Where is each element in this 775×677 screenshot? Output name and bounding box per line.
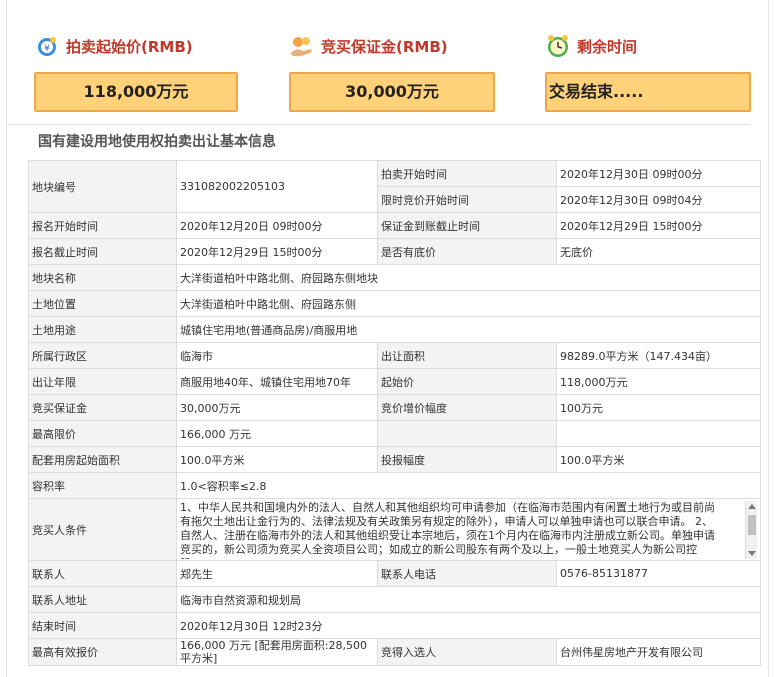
table-row: 竞买人条件 1、中华人民共和国境内外的法人、自然人和其他组织均可申请参加（在临海… xyxy=(28,498,761,561)
remaining-time-stat: 剩余时间 交易结束..... xyxy=(545,30,751,112)
parcel-name-value: 大洋街道柏叶中路北侧、府园路东侧地块 xyxy=(176,264,761,291)
start-price-stat: ¥ 拍卖起始价(RMB) 118,000万元 xyxy=(34,30,238,112)
housing-start-value: 100.0平方米 xyxy=(176,446,378,473)
auction-start-key: 拍卖开始时间 xyxy=(377,160,557,187)
conditions-textarea[interactable]: 1、中华人民共和国境内外的法人、自然人和其他组织均可申请参加（在临海市范围内有闲… xyxy=(180,500,757,559)
svg-text:¥: ¥ xyxy=(44,44,50,54)
money-bag-icon: ¥ xyxy=(38,37,56,56)
reg-start-value: 2020年12月20日 09时00分 xyxy=(176,212,378,239)
bid-step-key: 投报幅度 xyxy=(377,446,557,473)
deposit-deadline-key: 保证金到账截止时间 xyxy=(377,212,557,239)
parcel-no-key: 地块编号 xyxy=(28,160,177,213)
table-row: 最高有效报价 166,000 万元 [配套用房面积:28,500平方米] 竞得入… xyxy=(28,638,761,666)
term-key: 出让年限 xyxy=(28,368,177,395)
bid-step-value: 100.0平方米 xyxy=(556,446,761,473)
start-price-value: 118,000万元 xyxy=(34,72,238,112)
table-row: 出让年限 商服用地40年、城镇住宅用地70年 起始价 118,000万元 xyxy=(28,368,761,395)
timed-start-value: 2020年12月30日 09时04分 xyxy=(556,186,761,213)
table-row: 地块名称 大洋街道柏叶中路北侧、府园路东侧地块 xyxy=(28,264,761,291)
deposit-deadline-value: 2020年12月29日 15时00分 xyxy=(556,212,761,239)
table-row: 土地用途 城镇住宅用地(普通商品房)/商服用地 xyxy=(28,316,761,343)
table-row: 报名截止时间 2020年12月29日 15时00分 是否有底价 无底价 xyxy=(28,238,761,265)
table-row: 土地位置 大洋街道柏叶中路北侧、府园路东侧 xyxy=(28,290,761,317)
hand-coins-icon xyxy=(291,37,312,57)
empty-cell xyxy=(556,420,761,447)
area-value: 98289.0平方米（147.434亩） xyxy=(556,342,761,369)
conditions-cell: 1、中华人民共和国境内外的法人、自然人和其他组织均可申请参加（在临海市范围内有闲… xyxy=(176,498,761,561)
table-row: 结束时间 2020年12月30日 12时23分 xyxy=(28,612,761,639)
start-price-label: 拍卖起始价(RMB) xyxy=(66,37,193,56)
empty-cell xyxy=(377,420,557,447)
address-key: 联系人地址 xyxy=(28,586,177,613)
scroll-up-icon[interactable] xyxy=(748,503,756,509)
deposit-key: 竞买保证金 xyxy=(28,394,177,421)
contact-value: 郑先生 xyxy=(176,560,378,587)
best-offer-value: 166,000 万元 [配套用房面积:28,500平方米] xyxy=(176,638,378,666)
district-key: 所属行政区 xyxy=(28,342,177,369)
far-value: 1.0<容积率≤2.8 xyxy=(176,472,761,499)
max-price-key: 最高限价 xyxy=(28,420,177,447)
section-title: 国有建设用地使用权拍卖出让基本信息 xyxy=(6,124,750,156)
remaining-time-value: 交易结束..... xyxy=(545,72,751,112)
increment-value: 100万元 xyxy=(556,394,761,421)
usage-value: 城镇住宅用地(普通商品房)/商服用地 xyxy=(176,316,761,343)
remaining-time-label: 剩余时间 xyxy=(577,37,638,56)
phone-value: 0576-85131877 xyxy=(556,560,761,587)
deposit-stat: 竞买保证金(RMB) 30,000万元 xyxy=(289,30,495,112)
winner-value: 台州伟星房地产开发有限公司 xyxy=(556,638,761,666)
reg-end-key: 报名截止时间 xyxy=(28,238,177,265)
location-key: 土地位置 xyxy=(28,290,177,317)
parcel-name-key: 地块名称 xyxy=(28,264,177,291)
alarm-clock-icon xyxy=(548,35,568,57)
end-time-value: 2020年12月30日 12时23分 xyxy=(176,612,761,639)
table-row: 联系人 郑先生 联系人电话 0576-85131877 xyxy=(28,560,761,587)
auction-info-table: 地块编号 331082002205103 拍卖开始时间 2020年12月30日 … xyxy=(28,160,761,666)
area-key: 出让面积 xyxy=(377,342,557,369)
max-price-value: 166,000 万元 xyxy=(176,420,378,447)
location-value: 大洋街道柏叶中路北侧、府园路东侧 xyxy=(176,290,761,317)
table-row: 最高限价 166,000 万元 xyxy=(28,420,761,447)
usage-key: 土地用途 xyxy=(28,316,177,343)
reg-end-value: 2020年12月29日 15时00分 xyxy=(176,238,378,265)
deposit-label: 竞买保证金(RMB) xyxy=(321,37,448,56)
district-value: 临海市 xyxy=(176,342,378,369)
start-price-row-value: 118,000万元 xyxy=(556,368,761,395)
table-row: 报名开始时间 2020年12月20日 09时00分 保证金到账截止时间 2020… xyxy=(28,212,761,239)
table-row: 地块编号 331082002205103 拍卖开始时间 2020年12月30日 … xyxy=(28,160,761,213)
conditions-text: 1、中华人民共和国境内外的法人、自然人和其他组织均可申请参加（在临海市范围内有闲… xyxy=(180,500,715,559)
end-time-key: 结束时间 xyxy=(28,612,177,639)
housing-start-key: 配套用房起始面积 xyxy=(28,446,177,473)
reserve-value: 无底价 xyxy=(556,238,761,265)
table-row: 配套用房起始面积 100.0平方米 投报幅度 100.0平方米 xyxy=(28,446,761,473)
table-row: 容积率 1.0<容积率≤2.8 xyxy=(28,472,761,499)
address-value: 临海市自然资源和规划局 xyxy=(176,586,761,613)
far-key: 容积率 xyxy=(28,472,177,499)
conditions-key: 竞买人条件 xyxy=(28,498,177,561)
scroll-down-icon[interactable] xyxy=(748,550,756,556)
winner-key: 竞得入选人 xyxy=(377,638,557,666)
increment-key: 竞价增价幅度 xyxy=(377,394,557,421)
auction-start-value: 2020年12月30日 09时00分 xyxy=(556,160,761,187)
table-row: 联系人地址 临海市自然资源和规划局 xyxy=(28,586,761,613)
table-row: 竞买保证金 30,000万元 竞价增价幅度 100万元 xyxy=(28,394,761,421)
deposit-row-value: 30,000万元 xyxy=(176,394,378,421)
phone-key: 联系人电话 xyxy=(377,560,557,587)
parcel-no-value: 331082002205103 xyxy=(176,160,378,213)
deposit-value: 30,000万元 xyxy=(289,72,495,112)
term-value: 商服用地40年、城镇住宅用地70年 xyxy=(176,368,378,395)
conditions-scrollbar[interactable] xyxy=(745,500,757,559)
table-row: 所属行政区 临海市 出让面积 98289.0平方米（147.434亩） xyxy=(28,342,761,369)
start-price-key: 起始价 xyxy=(377,368,557,395)
reg-start-key: 报名开始时间 xyxy=(28,212,177,239)
best-offer-key: 最高有效报价 xyxy=(28,638,177,666)
reserve-key: 是否有底价 xyxy=(377,238,557,265)
contact-key: 联系人 xyxy=(28,560,177,587)
timed-start-key: 限时竞价开始时间 xyxy=(377,186,557,213)
scroll-thumb[interactable] xyxy=(748,514,756,535)
